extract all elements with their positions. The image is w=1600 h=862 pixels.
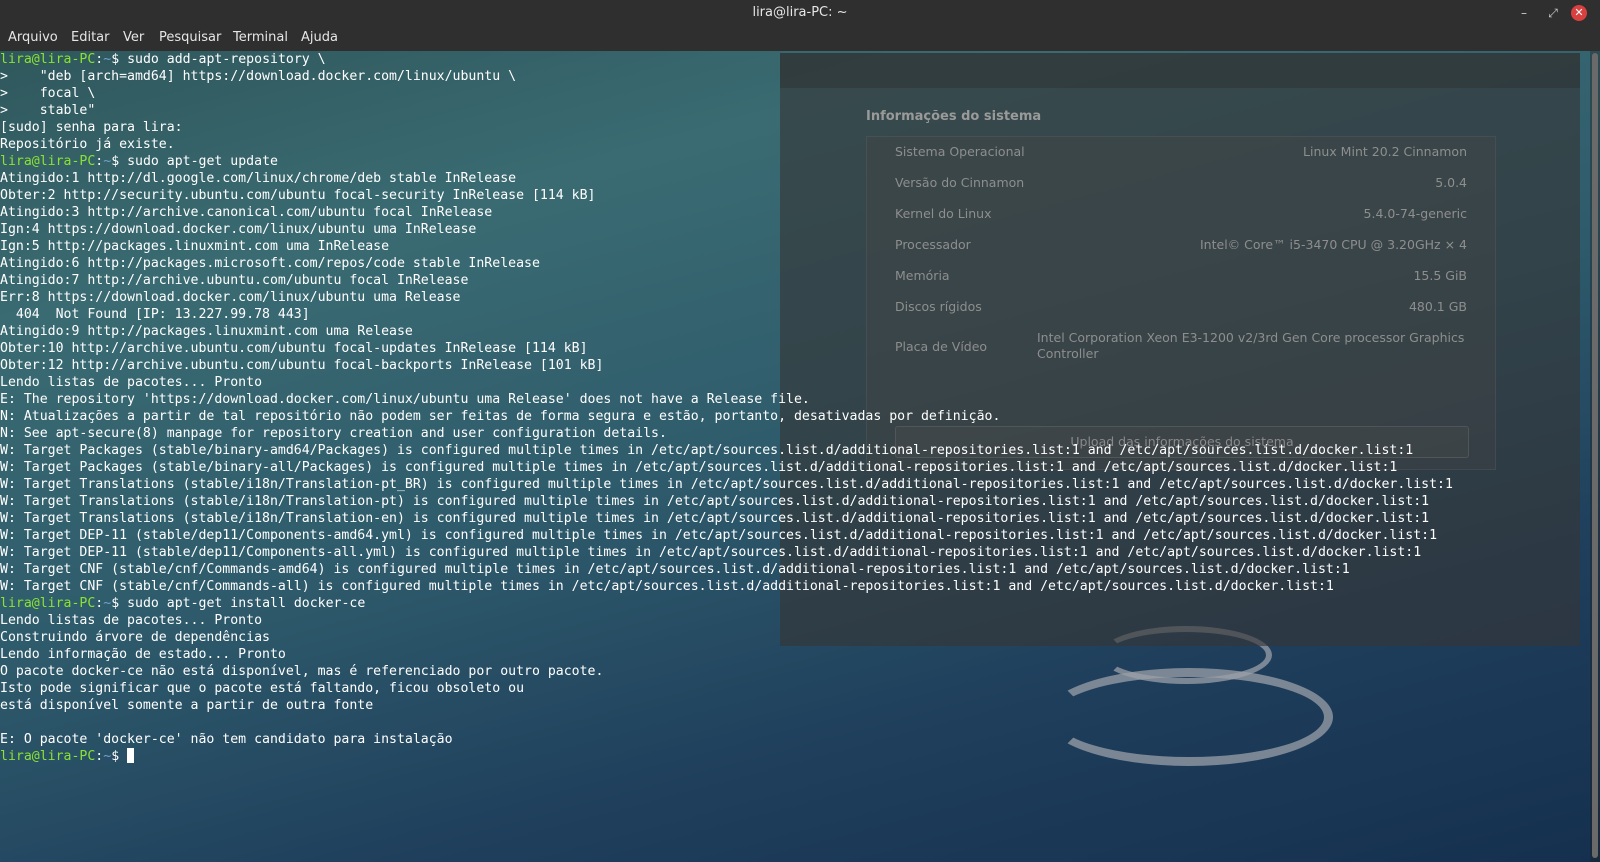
terminal-line: Construindo árvore de dependências: [0, 630, 270, 645]
prompt-symbol: $: [111, 154, 120, 169]
terminal-cursor: [127, 748, 135, 763]
prompt-path: ~: [103, 749, 112, 764]
menubar: Arquivo Editar Ver Pesquisar Terminal Aj…: [0, 26, 1600, 51]
terminal-prompt-line: lira@lira-PC:~$ sudo apt-get install doc…: [0, 596, 366, 611]
menu-terminal[interactable]: Terminal: [233, 30, 288, 45]
terminal-line: Atingido:6 http://packages.microsoft.com…: [0, 256, 540, 271]
prompt-user-host: lira@lira-PC: [0, 596, 96, 611]
terminal-line: W: Target Translations (stable/i18n/Tran…: [0, 477, 1453, 492]
minimize-icon[interactable]: –: [1514, 3, 1534, 23]
terminal-line: Atingido:3 http://archive.canonical.com/…: [0, 205, 493, 220]
command-text: sudo apt-get install docker-ce: [127, 596, 366, 611]
terminal-scrollbar[interactable]: [1590, 51, 1600, 862]
terminal-line: Lendo listas de pacotes... Pronto: [0, 375, 263, 390]
prompt-user-host: lira@lira-PC: [0, 749, 96, 764]
terminal-line: Ign:4 https://download.docker.com/linux/…: [0, 222, 477, 237]
prompt-symbol: $: [111, 596, 120, 611]
prompt-symbol: $: [111, 52, 120, 67]
terminal-line: 404 Not Found [IP: 13.227.99.78 443]: [0, 307, 310, 322]
terminal-line: Isto pode significar que o pacote está f…: [0, 681, 525, 696]
terminal-line: N: See apt-secure(8) manpage for reposit…: [0, 426, 667, 441]
terminal-line: W: Target CNF (stable/cnf/Commands-amd64…: [0, 562, 1350, 577]
terminal-output[interactable]: lira@lira-PC:~$ sudo add-apt-repository …: [0, 51, 1590, 862]
terminal-prompt-line: lira@lira-PC:~$: [0, 748, 1590, 765]
prompt-path: ~: [103, 596, 112, 611]
terminal-line: N: Atualizações a partir de tal repositó…: [0, 409, 1001, 424]
terminal-line: E: The repository 'https://download.dock…: [0, 392, 810, 407]
terminal-line: O pacote docker-ce não está disponível, …: [0, 664, 604, 679]
terminal-line: W: Target Packages (stable/binary-all/Pa…: [0, 460, 1398, 475]
terminal-prompt-line: lira@lira-PC:~$ sudo apt-get update: [0, 154, 278, 169]
command-text: sudo add-apt-repository \: [127, 52, 326, 67]
window-titlebar[interactable]: lira@lira-PC: ~ – ⤢ ✕: [0, 0, 1600, 26]
terminal-line: [sudo] senha para lira:: [0, 120, 183, 135]
terminal-line: W: Target Translations (stable/i18n/Tran…: [0, 494, 1430, 509]
terminal-line: Atingido:9 http://packages.linuxmint.com…: [0, 324, 413, 339]
terminal-line: W: Target CNF (stable/cnf/Commands-all) …: [0, 579, 1334, 594]
menu-pesquisar[interactable]: Pesquisar: [159, 30, 221, 45]
maximize-icon[interactable]: ⤢: [1543, 3, 1563, 23]
terminal-line: W: Target DEP-11 (stable/dep11/Component…: [0, 528, 1438, 543]
terminal-line: W: Target Translations (stable/i18n/Tran…: [0, 511, 1430, 526]
scrollbar-thumb[interactable]: [1592, 53, 1598, 858]
terminal-line: E: O pacote 'docker-ce' não tem candidat…: [0, 732, 453, 747]
menu-ajuda[interactable]: Ajuda: [301, 30, 338, 45]
terminal-line: Ign:5 http://packages.linuxmint.com uma …: [0, 239, 390, 254]
terminal-line: Lendo informação de estado... Pronto: [0, 647, 286, 662]
prompt-user-host: lira@lira-PC: [0, 154, 96, 169]
terminal-line: > stable": [0, 103, 96, 118]
menu-arquivo[interactable]: Arquivo: [8, 30, 58, 45]
terminal-line: Repositório já existe.: [0, 137, 175, 152]
prompt-path: ~: [103, 52, 112, 67]
terminal-line: está disponível somente a partir de outr…: [0, 698, 374, 713]
terminal-line: Lendo listas de pacotes... Pronto: [0, 613, 263, 628]
terminal-line: > focal \: [0, 86, 96, 101]
close-icon[interactable]: ✕: [1571, 5, 1587, 21]
command-text: sudo apt-get update: [127, 154, 278, 169]
terminal-line: > "deb [arch=amd64] https://download.doc…: [0, 69, 517, 84]
prompt-user-host: lira@lira-PC: [0, 52, 96, 67]
terminal-line: Obter:2 http://security.ubuntu.com/ubunt…: [0, 188, 596, 203]
terminal-line: Obter:12 http://archive.ubuntu.com/ubunt…: [0, 358, 604, 373]
terminal-line: Atingido:1 http://dl.google.com/linux/ch…: [0, 171, 517, 186]
terminal-line: Err:8 https://download.docker.com/linux/…: [0, 290, 461, 305]
terminal-line: Obter:10 http://archive.ubuntu.com/ubunt…: [0, 341, 588, 356]
terminal-line: Atingido:7 http://archive.ubuntu.com/ubu…: [0, 273, 469, 288]
window-title: lira@lira-PC: ~: [752, 5, 848, 20]
terminal-prompt-line: lira@lira-PC:~$ sudo add-apt-repository …: [0, 52, 326, 67]
terminal-line: W: Target DEP-11 (stable/dep11/Component…: [0, 545, 1422, 560]
menu-ver[interactable]: Ver: [123, 30, 144, 45]
menu-editar[interactable]: Editar: [71, 30, 110, 45]
prompt-path: ~: [103, 154, 112, 169]
terminal-line: W: Target Packages (stable/binary-amd64/…: [0, 443, 1414, 458]
prompt-symbol: $: [111, 749, 120, 764]
